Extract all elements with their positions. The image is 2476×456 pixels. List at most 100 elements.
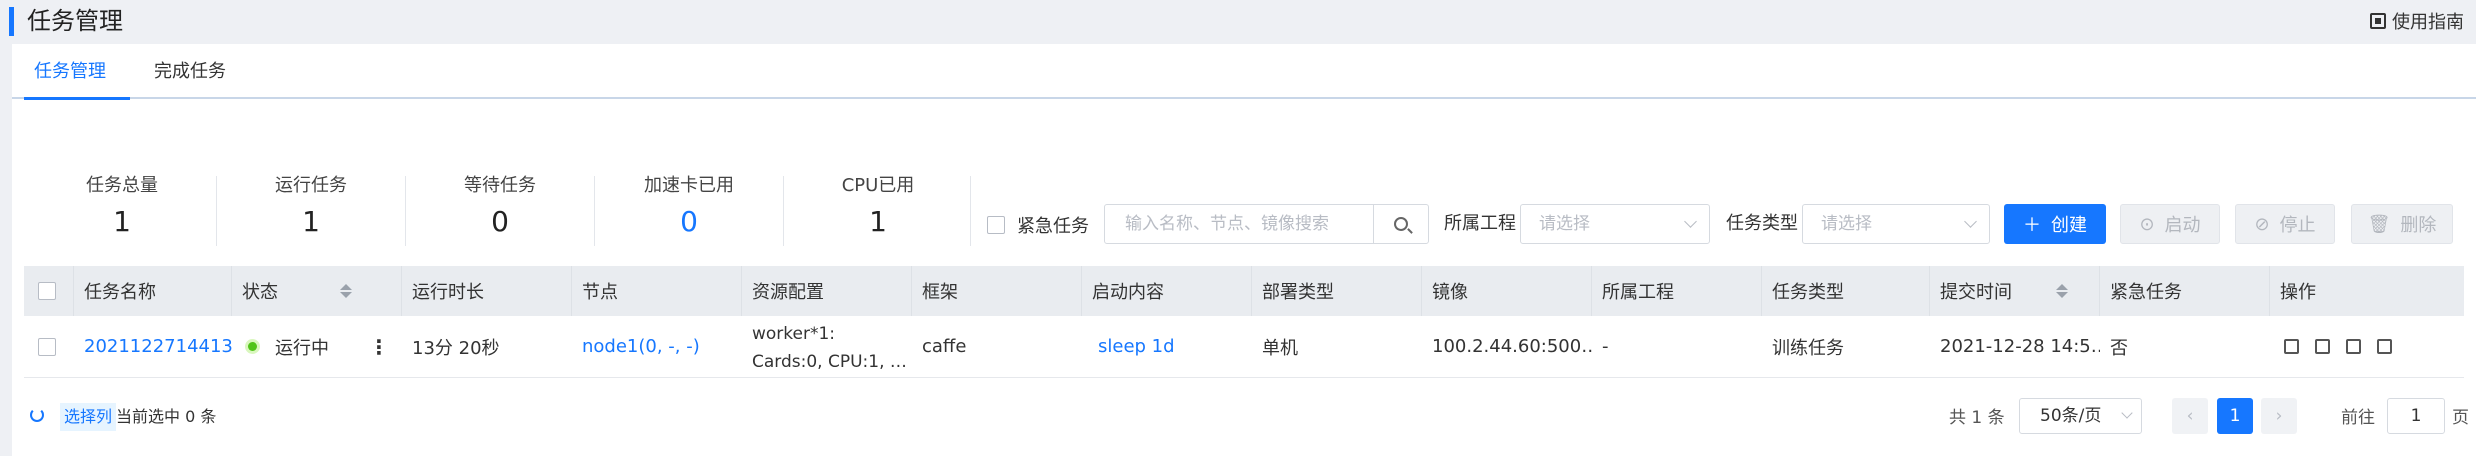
- user-guide-link[interactable]: 使用指南: [2370, 6, 2464, 36]
- cell-actions: [2270, 316, 2464, 377]
- column-header-submit-time[interactable]: 提交时间: [1930, 266, 2100, 316]
- page-suffix-label: 页: [2452, 408, 2469, 428]
- prev-page-button[interactable]: ‹: [2172, 398, 2208, 434]
- status-running-dot: [248, 342, 257, 351]
- row-actions: [2284, 339, 2392, 354]
- cell-duration: 13分 20秒: [412, 337, 500, 359]
- resource-line-1: worker*1:: [752, 324, 836, 344]
- refresh-icon[interactable]: [30, 408, 44, 422]
- trash-icon: 🗑: [2367, 213, 2391, 235]
- chevron-right-icon: ›: [2275, 406, 2283, 426]
- cell-framework: caffe: [922, 336, 967, 357]
- resource-config: worker*1: Cards:0, CPU:1, …: [752, 317, 907, 376]
- node-link[interactable]: node1(0, -, -): [582, 336, 700, 357]
- cell-project: -: [1602, 336, 1609, 357]
- column-header-status[interactable]: 状态: [232, 266, 402, 316]
- search-input[interactable]: [1105, 205, 1373, 243]
- stat-value: 1: [113, 205, 131, 238]
- chevron-down-icon: [2121, 407, 2133, 419]
- search-icon: [1394, 217, 1408, 231]
- row-checkbox[interactable]: [38, 337, 56, 356]
- stat-running-tasks: 运行任务 1: [217, 166, 405, 246]
- user-guide-label: 使用指南: [2392, 12, 2464, 33]
- stat-label: 加速卡已用: [644, 175, 734, 196]
- start-button[interactable]: ⊙ 启动: [2120, 204, 2220, 244]
- column-header-status-label: 状态: [242, 282, 278, 303]
- cell-task-type: 训练任务: [1772, 337, 1844, 359]
- stat-label: 运行任务: [275, 175, 347, 196]
- title-accent-bar: [9, 7, 14, 36]
- project-select[interactable]: 请选择: [1520, 204, 1710, 244]
- goto-page-input[interactable]: 1: [2387, 398, 2445, 434]
- select-columns-button[interactable]: 选择列: [60, 403, 117, 431]
- cell-status: 运行中 ⋮: [232, 316, 402, 377]
- urgent-task-label: 紧急任务: [1017, 216, 1089, 237]
- sort-icon[interactable]: [2056, 284, 2068, 298]
- main-panel: 任务管理 完成任务 任务总量 1 运行任务 1 等待任务 0 加速卡已用 0 C…: [12, 44, 2476, 456]
- chevron-down-icon: [1964, 215, 1977, 228]
- delete-button-label: 删除: [2400, 215, 2437, 236]
- column-header-task-type: 任务类型: [1762, 266, 1930, 316]
- column-header-duration: 运行时长: [402, 266, 572, 316]
- cell-startup: sleep 1d: [1082, 316, 1252, 377]
- stop-button[interactable]: ⊘ 停止: [2235, 204, 2335, 244]
- page-number-button[interactable]: 1: [2217, 398, 2253, 434]
- cell-submit-time: 2021-12-28 14:5…: [1940, 336, 2100, 357]
- column-header-name: 任务名称: [74, 266, 232, 316]
- urgent-task-filter[interactable]: 紧急任务: [987, 212, 1089, 238]
- cell-deploy-type: 单机: [1262, 337, 1298, 359]
- active-tab-indicator: [24, 97, 130, 100]
- trash-icon[interactable]: [2377, 339, 2392, 354]
- stat-value: 1: [302, 205, 320, 238]
- delete-button[interactable]: 🗑 删除: [2351, 204, 2453, 244]
- column-header-framework: 框架: [912, 266, 1082, 316]
- table-row: 20211227144136 运行中 ⋮ 13分 20秒 node1(0, -,…: [24, 316, 2464, 378]
- task-name-link[interactable]: 20211227144136: [84, 336, 232, 357]
- page-size-select[interactable]: 50条/页: [2019, 398, 2142, 434]
- tab-completed-tasks[interactable]: 完成任务: [154, 60, 226, 84]
- stat-value: 0: [491, 205, 509, 238]
- tab-task-management[interactable]: 任务管理: [34, 60, 106, 84]
- page-size-value: 50条/页: [2040, 406, 2102, 426]
- terminal-icon[interactable]: [2315, 339, 2330, 354]
- selected-count: 当前选中 0 条: [116, 407, 217, 426]
- select-all-checkbox[interactable]: [38, 282, 56, 300]
- app-page: 任务管理 使用指南 任务管理 完成任务 任务总量 1 运行任务 1 等待任务 0…: [0, 0, 2476, 456]
- column-header-startup: 启动内容: [1082, 266, 1252, 316]
- column-header-image: 镜像: [1422, 266, 1592, 316]
- cell-task-name: 20211227144136: [74, 316, 232, 377]
- stat-waiting-tasks: 等待任务 0: [406, 166, 594, 246]
- next-page-button[interactable]: ›: [2261, 398, 2297, 434]
- urgent-task-checkbox[interactable]: [987, 216, 1005, 234]
- more-vertical-icon[interactable]: ⋮: [369, 335, 389, 359]
- cell-resource: worker*1: Cards:0, CPU:1, …: [742, 316, 912, 377]
- column-header-actions: 操作: [2280, 282, 2316, 303]
- chevron-left-icon: ‹: [2186, 406, 2194, 426]
- table-header: 任务名称 状态 运行时长 节点 资源配置 框架 启动内容 部署类型 镜像 所属工…: [24, 266, 2464, 316]
- create-button[interactable]: ＋ 创建: [2004, 204, 2106, 244]
- column-header-resource: 资源配置: [742, 266, 912, 316]
- stat-value[interactable]: 0: [595, 204, 783, 240]
- task-type-filter-label: 任务类型: [1726, 213, 1798, 234]
- cell-urgent: 否: [2110, 337, 2128, 359]
- create-button-label: 创建: [2051, 215, 2087, 236]
- monitor-icon[interactable]: [2284, 339, 2299, 354]
- page-header: 任务管理 使用指南: [0, 0, 2476, 44]
- page-title: 任务管理: [27, 7, 123, 35]
- project-filter-label: 所属工程: [1444, 213, 1516, 234]
- sort-icon[interactable]: [340, 284, 352, 298]
- task-type-select[interactable]: 请选择: [1802, 204, 1990, 244]
- resource-line-2: Cards:0, CPU:1, …: [752, 352, 907, 372]
- search-box: [1104, 204, 1429, 244]
- log-file-icon[interactable]: [2346, 339, 2361, 354]
- stat-label: 任务总量: [86, 175, 158, 196]
- stat-accelerator-used: 加速卡已用 0: [595, 166, 783, 246]
- column-header-deploy-type: 部署类型: [1252, 266, 1422, 316]
- column-header-project: 所属工程: [1592, 266, 1762, 316]
- tab-bar: 任务管理 完成任务: [12, 44, 2476, 100]
- column-header-submit-time-label: 提交时间: [1940, 282, 2012, 303]
- startup-content-link[interactable]: sleep 1d: [1098, 336, 1175, 357]
- goto-label: 前往: [2341, 408, 2375, 428]
- search-button[interactable]: [1373, 205, 1428, 243]
- stat-label: CPU已用: [841, 175, 915, 196]
